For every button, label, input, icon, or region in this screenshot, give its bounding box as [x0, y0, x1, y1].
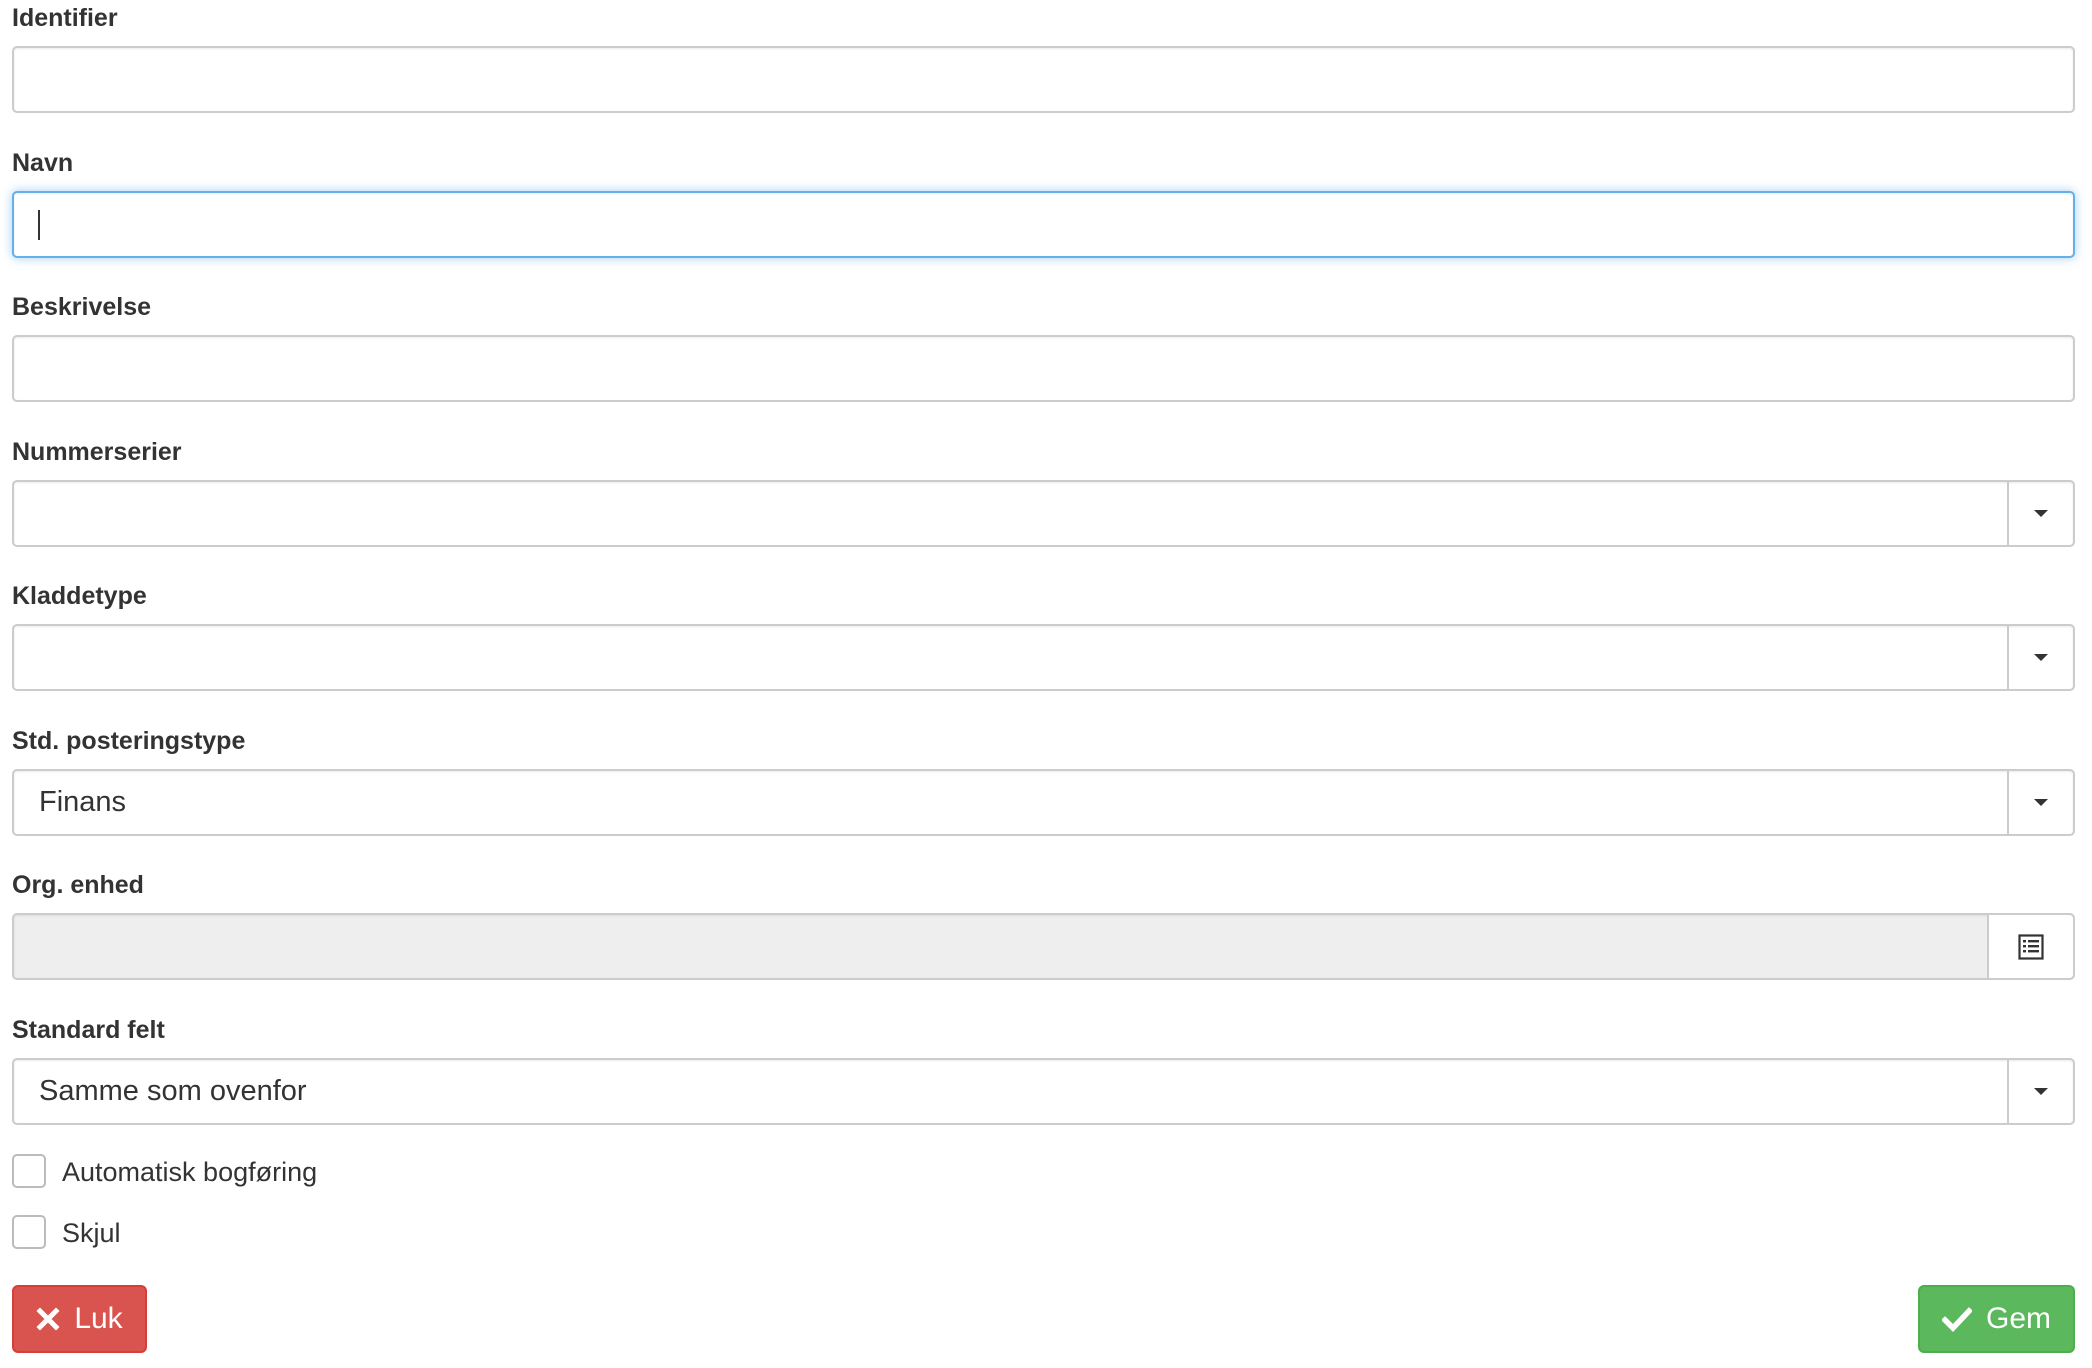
list-icon	[2018, 933, 2044, 960]
org-enhed-field	[12, 913, 2075, 980]
check-icon	[1941, 1306, 1972, 1332]
std-posteringstype-value: Finans	[39, 785, 127, 818]
caret-down-icon	[2034, 798, 2048, 806]
form: Identifier Navn Beskrivelse Nummerserier…	[12, 0, 2075, 1156]
nummerserier-group: Nummerserier	[12, 434, 2075, 579]
beskrivelse-field-wrapper	[12, 335, 2075, 402]
checkbox-list: Automatisk bogføring Skjul	[12, 1154, 317, 1276]
skjul-row: Skjul	[12, 1215, 317, 1276]
standard-felt-group: Standard felt Samme som ovenfor	[12, 1012, 2075, 1157]
skjul-label[interactable]: Skjul	[62, 1215, 121, 1251]
automatisk-bogforing-row: Automatisk bogføring	[12, 1154, 317, 1215]
org-enhed-label: Org. enhed	[12, 871, 144, 899]
caret-down-icon	[2034, 654, 2048, 661]
caret-down-icon	[2034, 509, 2048, 517]
close-button-label: Luk	[74, 1302, 123, 1335]
beskrivelse-input[interactable]	[14, 337, 2073, 400]
caret-down-icon	[2034, 1087, 2048, 1095]
std-posteringstype-group: Std. posteringstype Finans	[12, 723, 2075, 868]
standard-felt-label: Standard felt	[12, 1015, 165, 1044]
standard-felt-select[interactable]: Samme som ovenfor	[12, 1057, 2075, 1125]
navn-group: Navn	[12, 145, 2075, 290]
std-posteringstype-dropdown-button[interactable]	[2007, 770, 2073, 834]
org-enhed-picker-button[interactable]	[1987, 915, 2073, 978]
std-posteringstype-select[interactable]: Finans	[12, 768, 2075, 836]
navn-label: Navn	[12, 148, 74, 177]
kladdetype-label: Kladdetype	[12, 582, 147, 610]
identifier-field-wrapper	[12, 46, 2075, 113]
navn-input[interactable]	[14, 192, 2073, 256]
times-icon	[36, 1307, 60, 1331]
identifier-input[interactable]	[14, 48, 2073, 111]
close-button[interactable]: Luk	[12, 1285, 147, 1353]
text-cursor	[38, 209, 40, 240]
identifier-label: Identifier	[12, 4, 118, 32]
save-button-label: Gem	[1985, 1302, 2051, 1335]
identifier-group: Identifier	[12, 0, 2075, 145]
kladdetype-dropdown-button[interactable]	[2007, 626, 2073, 689]
navn-field-wrapper	[12, 190, 2075, 258]
kladdetype-group: Kladdetype	[12, 578, 2075, 723]
skjul-checkbox[interactable]	[12, 1215, 46, 1249]
save-button[interactable]: Gem	[1918, 1285, 2075, 1353]
org-enhed-group: Org. enhed	[12, 867, 2075, 1012]
beskrivelse-label: Beskrivelse	[12, 293, 152, 321]
nummerserier-label: Nummerserier	[12, 437, 182, 466]
kladdetype-select[interactable]	[12, 624, 2075, 691]
beskrivelse-group: Beskrivelse	[12, 289, 2075, 434]
standard-felt-value: Samme som ovenfor	[39, 1074, 307, 1107]
automatisk-bogforing-checkbox[interactable]	[12, 1154, 46, 1188]
automatisk-bogforing-label[interactable]: Automatisk bogføring	[62, 1154, 317, 1190]
nummerserier-select[interactable]	[12, 479, 2075, 547]
nummerserier-dropdown-button[interactable]	[2007, 481, 2073, 545]
standard-felt-dropdown-button[interactable]	[2007, 1059, 2073, 1123]
std-posteringstype-label: Std. posteringstype	[12, 726, 246, 755]
